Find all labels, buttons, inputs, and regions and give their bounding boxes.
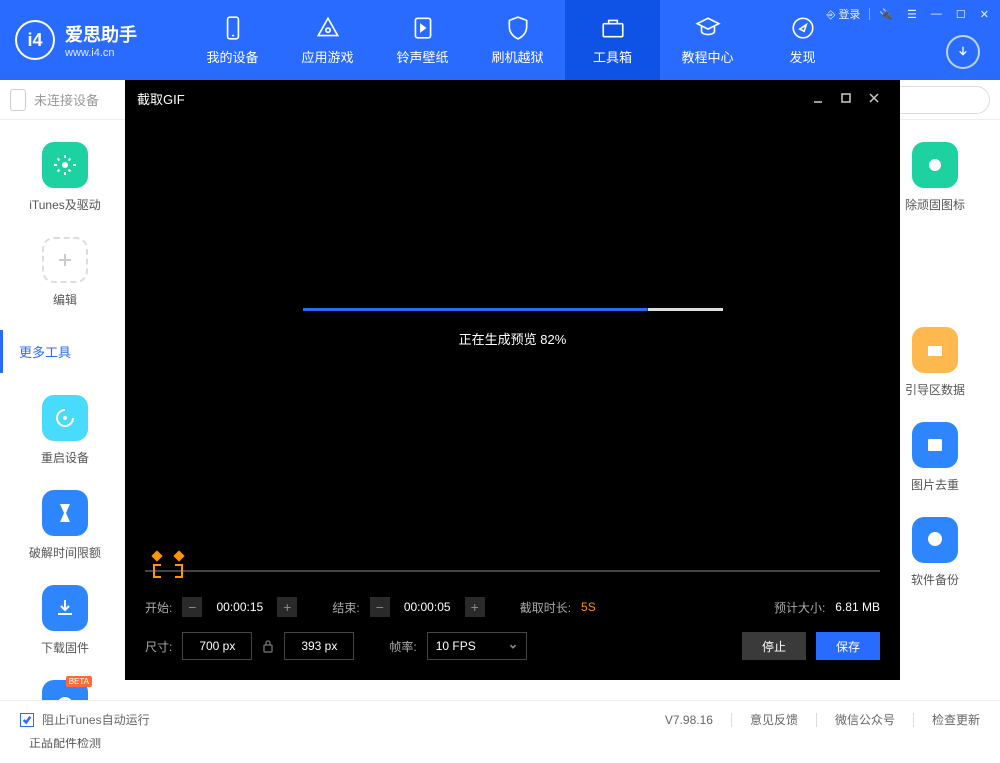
folder-icon xyxy=(912,327,958,373)
logo[interactable]: i4 爱思助手 www.i4.cn xyxy=(0,20,185,60)
left-tools: iTunes及驱动 编辑 更多工具 重启设备 破解时间限额 下载固件 BETA … xyxy=(0,120,130,700)
chevron-down-icon xyxy=(508,641,518,651)
plus-icon xyxy=(42,237,88,283)
wechat-link[interactable]: 微信公众号 xyxy=(835,711,895,728)
duration-value: 5S xyxy=(581,600,596,614)
start-minus-button[interactable]: − xyxy=(182,597,202,617)
apps-icon xyxy=(315,15,341,41)
restart-icon xyxy=(42,395,88,441)
logo-icon: i4 xyxy=(15,20,55,60)
device-icon xyxy=(220,15,246,41)
nav-toolbox[interactable]: 工具箱 xyxy=(565,0,660,80)
logo-url: www.i4.cn xyxy=(65,47,137,59)
tool-download-firmware[interactable]: 下载固件 xyxy=(0,573,130,668)
modal-controls: 开始: − 00:00:15 + 结束: − 00:00:05 + 截取时长: … xyxy=(125,540,900,680)
chat-icon xyxy=(912,517,958,563)
tool-itunes-driver[interactable]: iTunes及驱动 xyxy=(0,130,130,225)
est-size-value: 6.81 MB xyxy=(835,600,880,614)
plugin-icon[interactable]: 🔌 xyxy=(874,6,898,23)
modal-title: 截取GIF xyxy=(137,89,804,108)
modal-minimize-button[interactable] xyxy=(804,84,832,112)
maximize-icon[interactable]: ☐ xyxy=(951,6,971,23)
minimize-icon[interactable]: — xyxy=(926,6,947,22)
toolbox-icon xyxy=(600,15,626,41)
modal-header[interactable]: 截取GIF xyxy=(125,80,900,116)
modal-close-button[interactable] xyxy=(860,84,888,112)
image-icon xyxy=(912,422,958,468)
version-label: V7.98.16 xyxy=(665,713,713,727)
phone-outline-icon xyxy=(10,89,26,111)
nav-flash[interactable]: 刷机越狱 xyxy=(470,0,565,80)
timeline-handle-end[interactable] xyxy=(173,550,184,561)
clean-icon xyxy=(912,142,958,188)
app-footer: 阻止iTunes自动运行 V7.98.16 意见反馈 微信公众号 检查更新 xyxy=(0,700,1000,738)
music-icon xyxy=(410,15,436,41)
timeline-selection[interactable] xyxy=(153,564,183,578)
feedback-link[interactable]: 意见反馈 xyxy=(750,711,798,728)
login-link[interactable]: ⎆ 登录 xyxy=(821,4,865,24)
itunes-block-label: 阻止iTunes自动运行 xyxy=(42,711,150,728)
size-label: 尺寸: xyxy=(145,638,172,655)
tool-edit-add[interactable]: 编辑 xyxy=(0,225,130,320)
progress-bar xyxy=(303,308,723,311)
start-label: 开始: xyxy=(145,599,172,616)
nav-ringtone[interactable]: 铃声壁纸 xyxy=(375,0,470,80)
start-plus-button[interactable]: + xyxy=(277,597,297,617)
hourglass-icon xyxy=(42,490,88,536)
gif-capture-modal: 截取GIF 正在生成预览 82% 开始: − 00:00:15 + 结束: xyxy=(125,80,900,680)
progress-fill xyxy=(303,308,647,311)
download-icon xyxy=(42,585,88,631)
check-update-link[interactable]: 检查更新 xyxy=(932,711,980,728)
end-label: 结束: xyxy=(332,599,359,616)
est-size-label: 预计大小: xyxy=(774,599,825,616)
save-button[interactable]: 保存 xyxy=(816,632,880,660)
end-minus-button[interactable]: − xyxy=(370,597,390,617)
end-plus-button[interactable]: + xyxy=(465,597,485,617)
book-icon xyxy=(695,15,721,41)
tool-restart[interactable]: 重启设备 xyxy=(0,383,130,478)
fps-select[interactable]: 10 FPS xyxy=(427,632,527,660)
height-input[interactable] xyxy=(284,632,354,660)
modal-maximize-button[interactable] xyxy=(832,84,860,112)
no-device-status: 未连接设备 xyxy=(10,89,99,111)
shield-icon xyxy=(505,15,531,41)
nav-my-device[interactable]: 我的设备 xyxy=(185,0,280,80)
tool-time-limit[interactable]: 破解时间限额 xyxy=(0,478,130,573)
timeline-handle-start[interactable] xyxy=(151,550,162,561)
downloads-button[interactable] xyxy=(946,35,980,69)
beta-badge: BETA xyxy=(66,676,92,687)
more-tools-section: 更多工具 xyxy=(0,330,130,373)
close-icon[interactable]: ✕ xyxy=(975,6,994,23)
logo-title: 爱思助手 xyxy=(65,21,137,47)
duration-label: 截取时长: xyxy=(520,599,571,616)
start-time: 00:00:15 xyxy=(212,600,267,614)
end-time: 00:00:05 xyxy=(400,600,455,614)
nav-tutorial[interactable]: 教程中心 xyxy=(660,0,755,80)
fps-label: 帧率: xyxy=(389,638,416,655)
nav-apps[interactable]: 应用游戏 xyxy=(280,0,375,80)
width-input[interactable] xyxy=(182,632,252,660)
compass-icon xyxy=(790,15,816,41)
menu-icon[interactable]: ☰ xyxy=(902,6,922,23)
itunes-block-checkbox[interactable] xyxy=(20,713,34,727)
stop-button[interactable]: 停止 xyxy=(742,632,806,660)
modal-preview-area: 正在生成预览 82% xyxy=(125,116,900,540)
window-controls-top: ⎆ 登录 🔌 ☰ — ☐ ✕ xyxy=(821,4,994,24)
progress-text: 正在生成预览 82% xyxy=(459,329,567,348)
lock-icon[interactable] xyxy=(262,639,274,653)
timeline-track[interactable] xyxy=(145,570,880,572)
gear-icon xyxy=(42,142,88,188)
app-header: ⎆ 登录 🔌 ☰ — ☐ ✕ i4 爱思助手 www.i4.cn 我的设备 应用… xyxy=(0,0,1000,80)
